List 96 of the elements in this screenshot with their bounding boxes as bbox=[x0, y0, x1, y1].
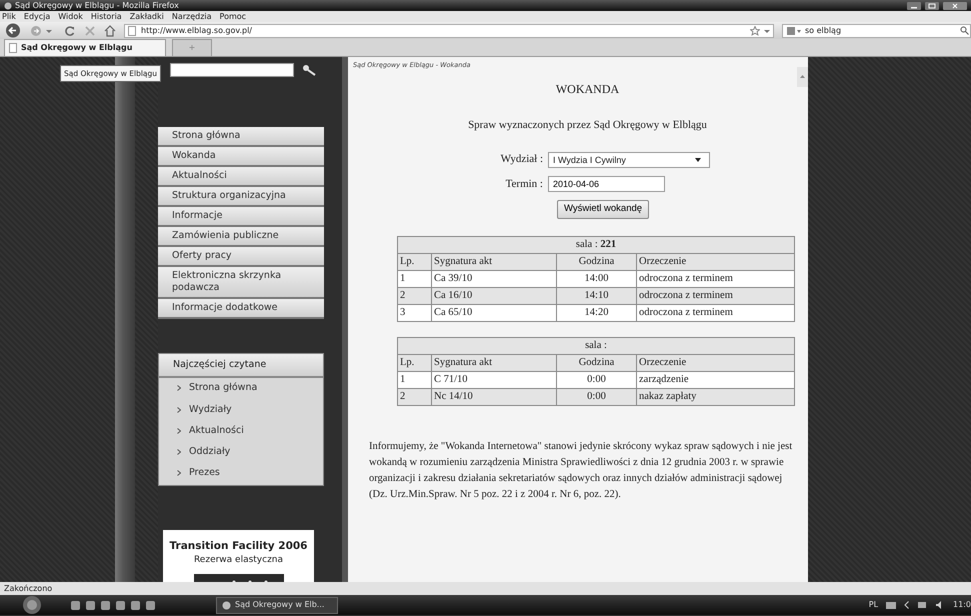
menu-item[interactable]: Zakładki bbox=[130, 11, 164, 22]
menu-item[interactable]: Pomoc bbox=[220, 11, 246, 22]
table-cell: Ca 65/10 bbox=[432, 304, 556, 321]
home-icon[interactable] bbox=[104, 24, 116, 36]
table-cell: 2 bbox=[398, 388, 432, 405]
menu-item[interactable]: Edycja bbox=[24, 11, 50, 22]
window-title: Sąd Okręgowy w Elblągu - Mozilla Firefox bbox=[15, 0, 179, 11]
menu-item[interactable]: Zamówienia publiczne bbox=[158, 227, 324, 247]
caret-icon bbox=[695, 158, 701, 162]
menu-link[interactable]: Wydziały bbox=[159, 400, 323, 421]
table-cell: odroczona z terminem bbox=[636, 287, 794, 304]
keyboard-icon[interactable] bbox=[886, 602, 896, 608]
reload-icon[interactable] bbox=[64, 24, 76, 36]
taskbar-button[interactable]: Sąd Okregowy w Elb... bbox=[216, 596, 338, 614]
chevron-icon bbox=[177, 449, 181, 456]
column-header: Lp. bbox=[398, 253, 432, 270]
table-cell: 14:00 bbox=[556, 270, 636, 287]
banner[interactable]: Transition Facility 2006 Rezerwa elastyczna bbox=[163, 530, 314, 582]
column-header: Orzeczenie bbox=[636, 253, 794, 270]
menu-item[interactable]: Widok bbox=[58, 11, 83, 22]
start-icon[interactable] bbox=[20, 595, 42, 615]
search-field[interactable]: so elbląg bbox=[782, 24, 971, 38]
column-header: Godzina bbox=[556, 354, 636, 371]
column-header: Sygnatura akt bbox=[432, 253, 556, 270]
language-indicator[interactable]: PL bbox=[868, 599, 878, 611]
maximize-icon[interactable] bbox=[925, 2, 939, 10]
address-field[interactable]: http://www.elblag.so.gov.pl/ bbox=[124, 24, 774, 38]
table-cell: 1 bbox=[398, 371, 432, 388]
globe-icon bbox=[222, 600, 231, 610]
minimize-icon[interactable] bbox=[907, 2, 921, 10]
panel-title: Najczęściej czytane bbox=[159, 354, 323, 378]
status-text: Zakończono bbox=[0, 582, 971, 595]
clock: 11:0 bbox=[953, 599, 971, 611]
menu-item[interactable]: Struktura organizacyjna bbox=[158, 187, 324, 207]
menu-link[interactable]: Prezes bbox=[159, 463, 323, 484]
chevron-icon bbox=[177, 406, 181, 413]
date-field[interactable]: 2010-04-06 bbox=[548, 176, 665, 192]
search-icon[interactable] bbox=[302, 64, 316, 76]
column-header: Sygnatura akt bbox=[432, 354, 556, 371]
page-subtitle: Spraw wyznaczonych przez Sąd Okręgowy w Elblągu bbox=[467, 118, 708, 133]
page-icon bbox=[128, 26, 136, 36]
table-cell: 14:20 bbox=[556, 304, 636, 321]
search-field[interactable] bbox=[170, 63, 294, 77]
menu-link[interactable]: Strona główna bbox=[159, 378, 323, 400]
table-caption: sala : 221 bbox=[398, 236, 794, 253]
menu-item[interactable]: Informacje dodatkowe bbox=[158, 299, 324, 319]
search-icon[interactable] bbox=[960, 26, 969, 35]
globe-icon bbox=[4, 2, 12, 10]
menu-item[interactable]: Narzędzia bbox=[172, 11, 212, 22]
table-cell: 14:10 bbox=[556, 287, 636, 304]
menu-item[interactable]: Elektroniczna skrzynka podawcza bbox=[158, 267, 324, 299]
scrollbar-icon[interactable] bbox=[797, 67, 808, 87]
table-cell: Nc 14/10 bbox=[432, 388, 556, 405]
table-cell: odroczona z terminem bbox=[636, 270, 794, 287]
column-header: Orzeczenie bbox=[636, 354, 794, 371]
menu-link[interactable]: Aktualności bbox=[159, 420, 323, 442]
table-cell: Ca 39/10 bbox=[432, 270, 556, 287]
notice-text: Informujemy, że "Wokanda Internetowa" stanowi jedynie skrócony wykaz spraw sądowych i nie jest wokandą w rozumieniu zarządzenia Ministra Sprawiedliwości z dnia 12 grudnia 2003 r. w sprawie organizacji i zakresu działania sekretariatów sądowych oraz innych działów administracji sądowej (Dz. Urz.Min.Spraw. Nr 5 poz. 22 i z 2004 r. Nr 6, poz. 22). bbox=[369, 440, 794, 502]
show-button[interactable]: Wyświetl wokandę bbox=[557, 200, 650, 218]
menu-item[interactable]: Plik bbox=[2, 11, 16, 22]
table-cell: 0:00 bbox=[556, 371, 636, 388]
chevron-icon bbox=[177, 470, 181, 476]
banner-subtitle: Rezerwa elastyczna bbox=[192, 554, 284, 568]
page-icon bbox=[9, 43, 17, 53]
menu-item[interactable]: Aktualności bbox=[158, 167, 324, 187]
table-cell: odroczona z terminem bbox=[636, 304, 794, 321]
column-header: Lp. bbox=[398, 354, 432, 371]
chevron-icon bbox=[177, 385, 181, 392]
menu-item[interactable]: Historia bbox=[90, 11, 122, 22]
table-cell: Ca 16/10 bbox=[432, 287, 556, 304]
chevron-icon[interactable] bbox=[904, 601, 910, 609]
close-icon[interactable] bbox=[943, 2, 967, 10]
star-icon[interactable] bbox=[750, 26, 760, 36]
table-caption: sala : bbox=[398, 337, 794, 354]
network-icon[interactable] bbox=[917, 600, 928, 610]
chevron-icon bbox=[177, 428, 181, 434]
table-cell: zarządzenie bbox=[636, 371, 794, 388]
dropdown[interactable]: I Wydzia I Cywilny bbox=[548, 152, 710, 168]
tab[interactable]: Sąd Okręgowy w Elblągu bbox=[4, 39, 166, 56]
field-label: Wydział : bbox=[500, 152, 544, 168]
table-cell: 3 bbox=[398, 304, 432, 321]
table-cell: 2 bbox=[398, 287, 432, 304]
search-engine-icon bbox=[786, 26, 802, 36]
table-cell: nakaz zapłaty bbox=[636, 388, 794, 405]
menu-item[interactable]: Strona główna bbox=[158, 127, 324, 147]
menu-link[interactable]: Oddziały bbox=[159, 442, 323, 464]
column-header: Godzina bbox=[556, 253, 636, 270]
table-cell: 0:00 bbox=[556, 388, 636, 405]
table-cell: 1 bbox=[398, 270, 432, 287]
table-cell: C 71/10 bbox=[432, 371, 556, 388]
menu-item[interactable]: Oferty pracy bbox=[158, 247, 324, 267]
banner-title: Transition Facility 2006 bbox=[168, 538, 308, 554]
menu-item[interactable]: Wokanda bbox=[158, 147, 324, 167]
field-label: Termin : bbox=[504, 176, 544, 192]
page-heading: WOKANDA bbox=[554, 80, 620, 98]
menu-item[interactable]: Informacje bbox=[158, 207, 324, 227]
